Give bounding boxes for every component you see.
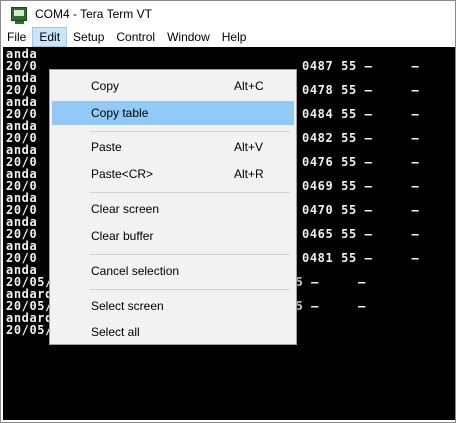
menu-separator xyxy=(90,289,290,290)
terminal-line-tail: 0476 55 – – xyxy=(302,155,420,169)
menu-separator xyxy=(90,254,290,255)
terminal-line-tail: 0465 55 – – xyxy=(302,227,420,241)
menu-item-copy-table[interactable]: Copy table xyxy=(52,101,294,125)
menu-item-label: Copy xyxy=(91,79,120,93)
edit-menu-dropdown: Copy Alt+C Copy table Paste Alt+V Paste<… xyxy=(49,69,297,345)
menu-separator xyxy=(90,131,290,132)
terminal-line-tail: 0469 55 – – xyxy=(302,179,420,193)
menu-file[interactable]: File xyxy=(1,27,32,47)
menu-item-label: Clear screen xyxy=(91,202,160,216)
terminal-line-tail: 0487 55 – – xyxy=(302,59,420,73)
menu-item-label: Copy table xyxy=(91,106,149,120)
menu-separator xyxy=(90,192,290,193)
menu-window[interactable]: Window xyxy=(161,27,216,47)
terminal-line-tail: 0470 55 – – xyxy=(302,203,420,217)
terminal-line-tail: 0481 55 – – xyxy=(302,251,420,265)
menu-item-shortcut: Alt+R xyxy=(234,167,264,181)
title-bar[interactable]: COM4 - Tera Term VT xyxy=(1,1,455,27)
terminal-line-tail: 0484 55 – – xyxy=(302,107,420,121)
menu-item-label: Paste<CR> xyxy=(91,167,154,181)
terminal-line-tail: 0478 55 – – xyxy=(302,83,420,97)
menu-bar: File Edit Setup Control Window Help xyxy=(1,27,455,47)
menu-item-clear-screen[interactable]: Clear screen xyxy=(52,197,294,221)
tera-term-window: COM4 - Tera Term VT File Edit Setup Cont… xyxy=(0,0,456,423)
tera-term-app-icon[interactable] xyxy=(11,7,27,24)
menu-item-shortcut: Alt+C xyxy=(234,79,264,93)
menu-item-label: Clear buffer xyxy=(91,229,154,243)
menu-help[interactable]: Help xyxy=(216,27,253,47)
menu-item-clear-buffer[interactable]: Clear buffer xyxy=(52,224,294,248)
window-title: COM4 - Tera Term VT xyxy=(35,7,152,21)
menu-item-label: Paste xyxy=(91,140,122,154)
menu-edit[interactable]: Edit xyxy=(32,27,68,47)
menu-item-label: Select screen xyxy=(91,299,164,313)
menu-item-label: Select all xyxy=(91,325,140,339)
menu-item-select-screen[interactable]: Select screen xyxy=(52,294,294,318)
menu-item-paste-cr[interactable]: Paste<CR> Alt+R xyxy=(52,162,294,186)
menu-control[interactable]: Control xyxy=(110,27,161,47)
menu-item-paste[interactable]: Paste Alt+V xyxy=(52,135,294,159)
menu-item-cancel-selection[interactable]: Cancel selection xyxy=(52,259,294,283)
menu-item-shortcut: Alt+V xyxy=(234,140,264,154)
terminal-line-tail: 0482 55 – – xyxy=(302,131,420,145)
menu-item-label: Cancel selection xyxy=(91,264,180,278)
menu-item-select-all[interactable]: Select all xyxy=(52,320,294,344)
menu-item-copy[interactable]: Copy Alt+C xyxy=(52,74,294,98)
menu-setup[interactable]: Setup xyxy=(67,27,110,47)
